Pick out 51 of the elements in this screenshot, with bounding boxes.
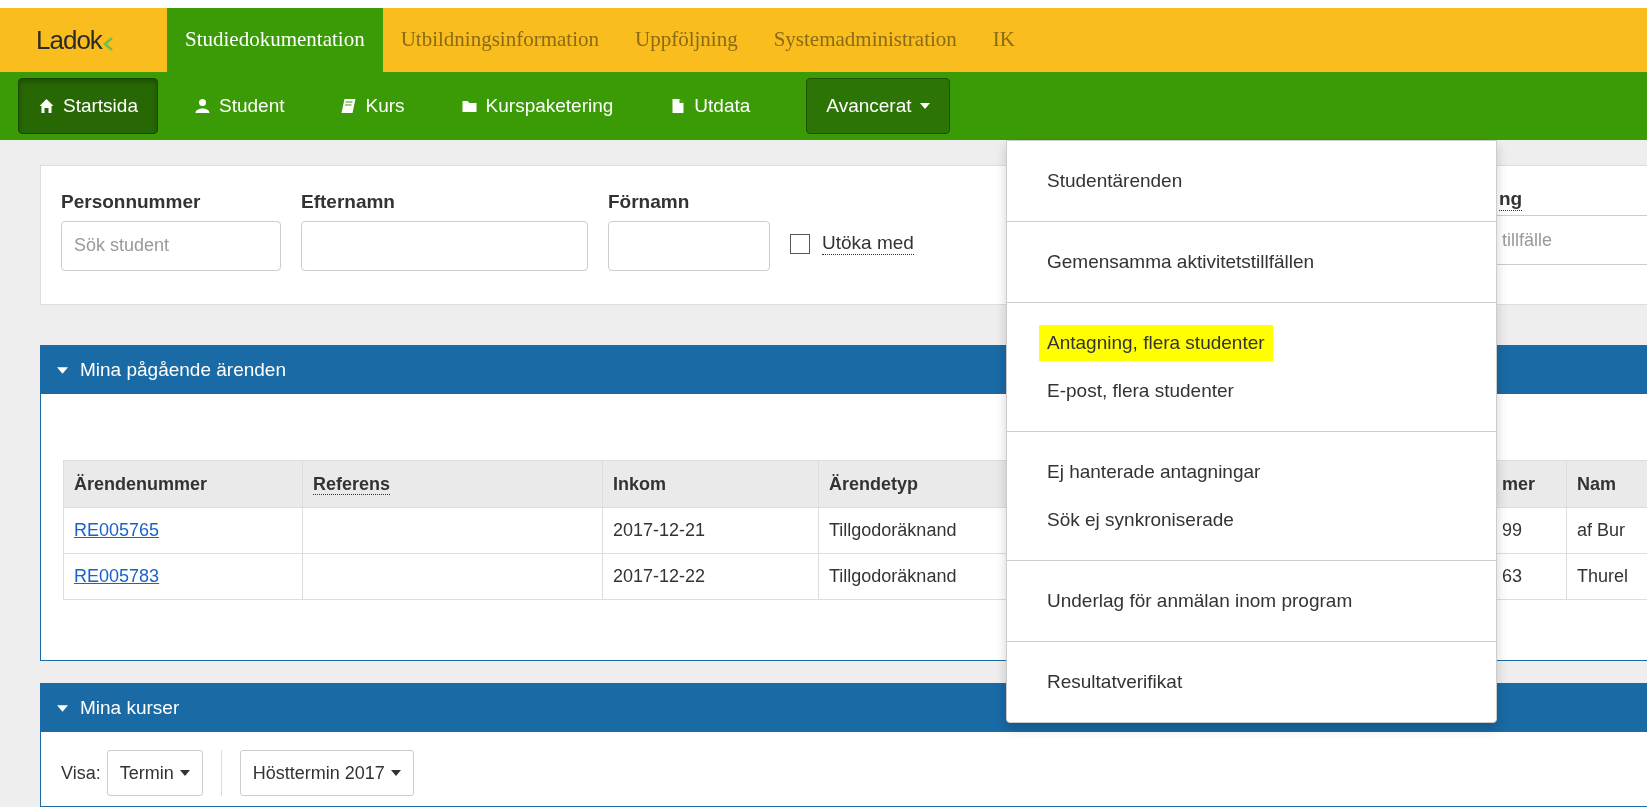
- caret-icon: [179, 770, 190, 776]
- menu-item[interactable]: Studentärenden: [1047, 166, 1183, 196]
- table-cell: 63: [1502, 566, 1523, 586]
- module-tab[interactable]: Uppföljning: [617, 8, 756, 72]
- chevron-icon: [102, 37, 113, 51]
- menu-item[interactable]: Underlag för anmälan inom program: [1047, 586, 1353, 616]
- menu-item[interactable]: Antagning, flera studenter: [1039, 324, 1273, 362]
- column-header: mer: [1502, 473, 1536, 494]
- field-label: Personnummer: [61, 190, 202, 214]
- field-label: ng: [1499, 188, 1523, 211]
- menu-item[interactable]: Sök ej synkroniserade: [1047, 505, 1234, 535]
- caret-icon: [390, 770, 401, 776]
- book-icon: [340, 98, 358, 114]
- nav-button[interactable]: Utdata: [649, 78, 771, 134]
- ladok-logo: Ladok: [36, 23, 102, 57]
- filter-label: Visa:: [61, 761, 101, 785]
- column-header: Inkom: [613, 473, 666, 494]
- user-icon: [194, 98, 211, 114]
- module-tab[interactable]: Studiedokumentation: [167, 8, 383, 72]
- case-link[interactable]: RE005783: [74, 566, 160, 586]
- dropdown-button[interactable]: Termin: [106, 750, 203, 796]
- column-header: Ärendenummer: [74, 473, 208, 494]
- nav-button[interactable]: Kurs: [320, 78, 425, 134]
- checkbox-label: Utöka med: [822, 232, 914, 255]
- module-tab[interactable]: Utbildningsinformation: [382, 8, 617, 72]
- nav-button[interactable]: Avancerat: [806, 78, 950, 134]
- column-header[interactable]: Referens: [313, 473, 391, 495]
- house-icon: [38, 98, 55, 114]
- nav-button[interactable]: Student: [174, 78, 305, 134]
- module-tab[interactable]: Systemadministration: [755, 8, 975, 72]
- table-cell: af Bur: [1577, 520, 1626, 540]
- nav-button[interactable]: Startsida: [18, 78, 158, 134]
- column-header: Nam: [1577, 473, 1616, 494]
- nav-button[interactable]: Kurspaketering: [440, 78, 634, 134]
- field-label: Förnamn: [608, 190, 691, 214]
- table-cell: Tillgodoräknand: [829, 566, 957, 586]
- menu-item[interactable]: Ej hanterade antagningar: [1047, 457, 1261, 487]
- column-header: Ärendetyp: [829, 473, 918, 494]
- field-label: Efternamn: [301, 190, 396, 214]
- module-tab[interactable]: IK: [974, 8, 1033, 72]
- table-cell: 2017-12-21: [613, 520, 706, 540]
- menu-item[interactable]: Gemensamma aktivitetstillfällen: [1047, 247, 1315, 277]
- table-cell: 2017-12-22: [613, 566, 706, 586]
- case-link[interactable]: RE005765: [74, 520, 160, 540]
- table-cell: 99: [1502, 520, 1523, 540]
- table-cell: Tillgodoräknand: [829, 520, 957, 540]
- dropdown-button[interactable]: Hösttermin 2017: [239, 750, 414, 796]
- folder-icon: [460, 98, 478, 114]
- table-cell: Thurel: [1577, 566, 1629, 586]
- checkbox[interactable]: [790, 233, 810, 254]
- input-field[interactable]: Sök student: [61, 220, 281, 271]
